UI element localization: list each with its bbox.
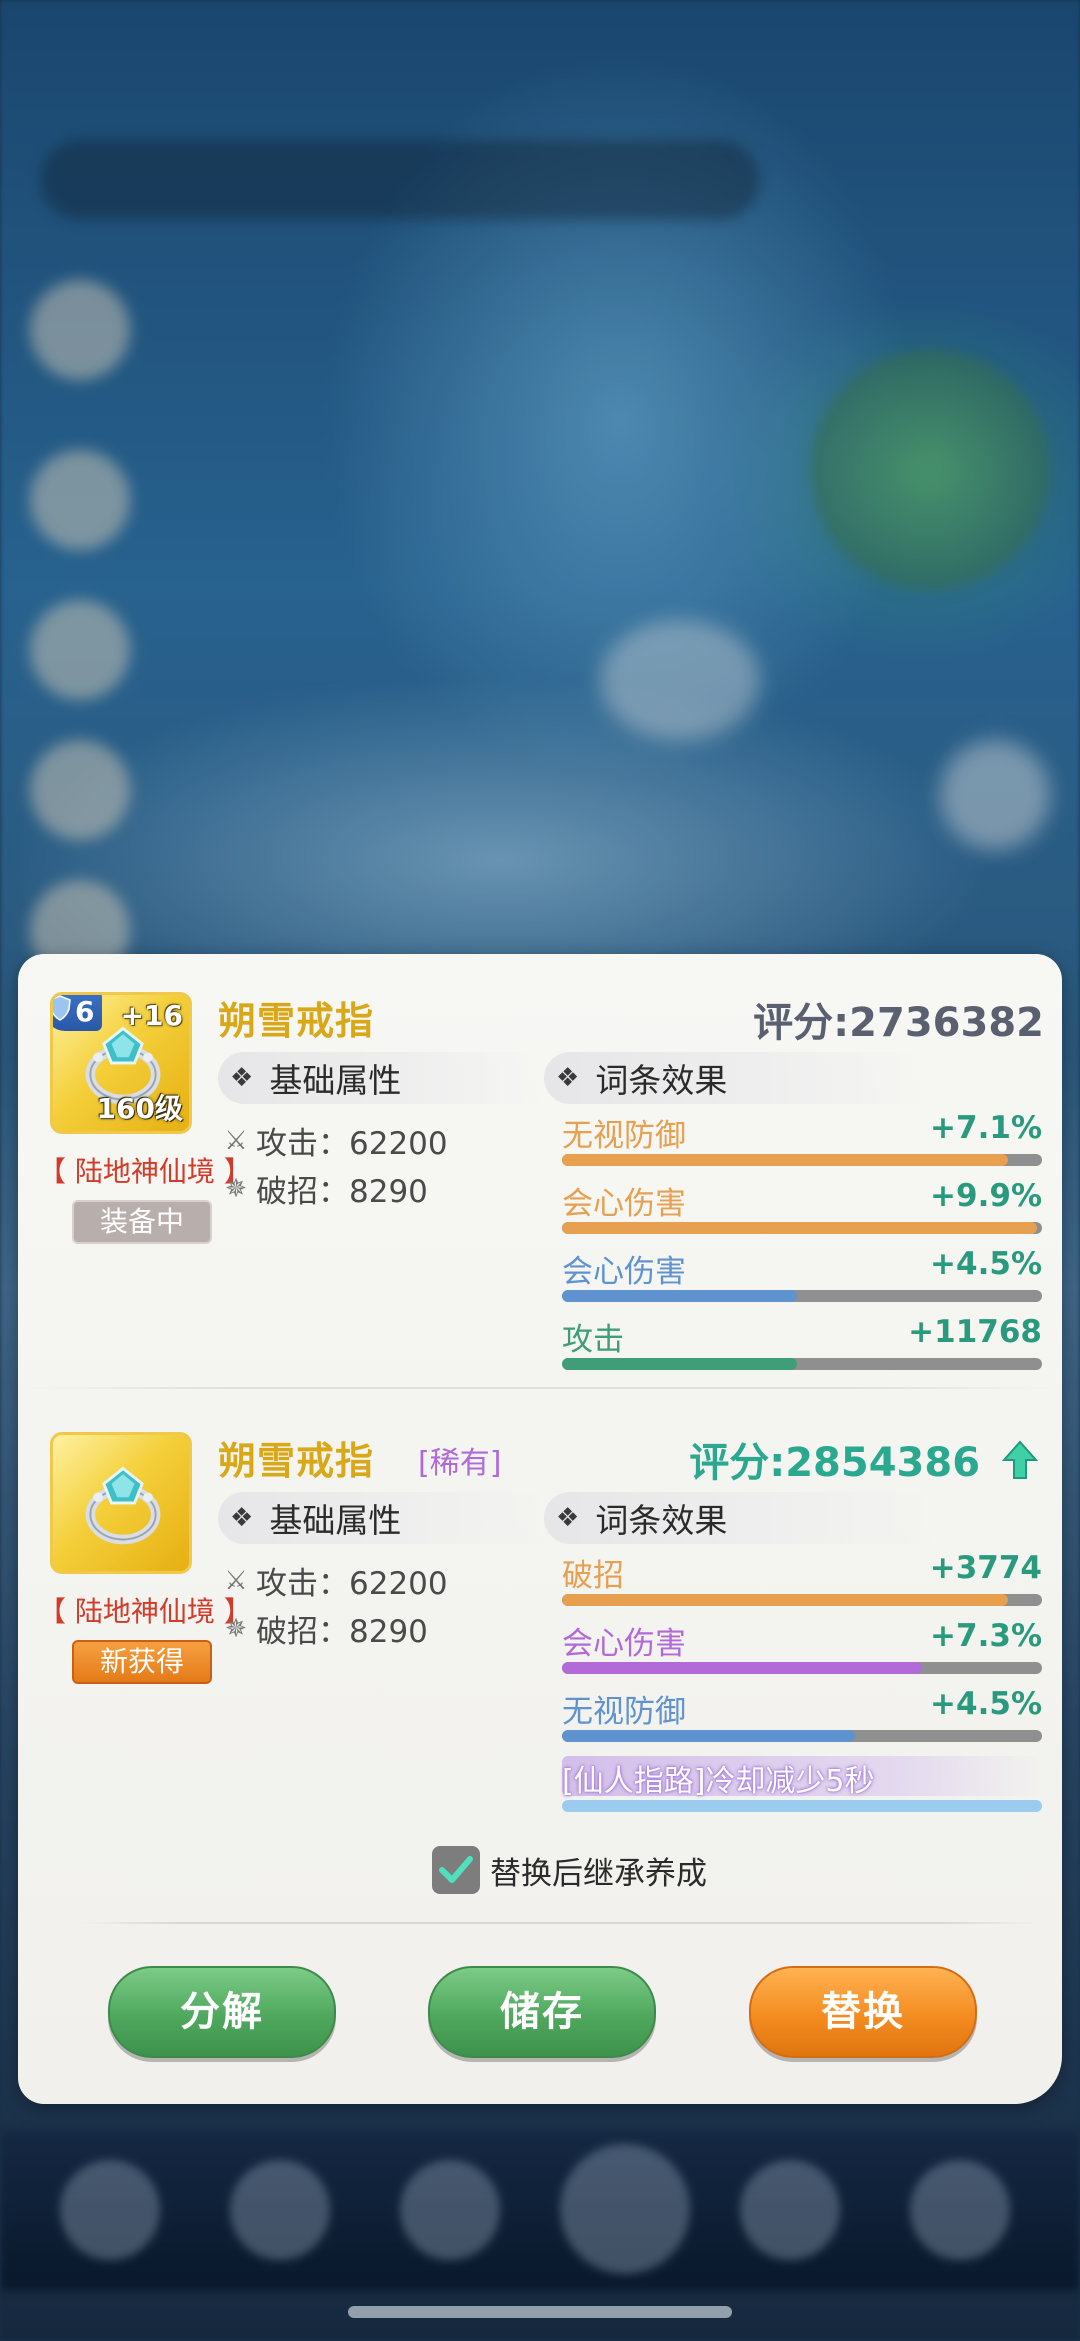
affix-value: +3774: [929, 1550, 1042, 1586]
checkmark-icon: [439, 1856, 473, 1883]
affix-label: 会心伤害: [562, 1186, 686, 1222]
affix-bar: [562, 1662, 1042, 1674]
burst-icon: ✵: [225, 1173, 247, 1204]
button-divider: [80, 1922, 1038, 1924]
affix-bar: [562, 1358, 1042, 1370]
affix-row: 会心伤害 +4.5%: [562, 1246, 1042, 1306]
affix-bar: [562, 1154, 1042, 1166]
diamond-bullet-icon: ❖: [230, 1503, 254, 1533]
tier-value: 6: [75, 994, 95, 1028]
inherit-option[interactable]: 替换后继承养成: [432, 1846, 707, 1894]
sword-icon: ⚔: [224, 1125, 248, 1156]
burst-icon: ✵: [225, 1613, 247, 1644]
affix-row: 无视防御 +7.1%: [562, 1110, 1042, 1170]
inherit-checkbox[interactable]: [432, 1846, 480, 1894]
item-level: 160级: [96, 1092, 183, 1125]
new-obtained-badge: 新获得: [72, 1640, 212, 1684]
base-stat-attack: ⚔ 攻击：62200: [222, 1558, 447, 1603]
score-up-arrow-icon: [1001, 1440, 1039, 1490]
diamond-bullet-icon: ❖: [230, 1063, 254, 1093]
base-attributes-header: ❖ 基础属性: [218, 1052, 550, 1104]
affix-value: +11768: [908, 1314, 1042, 1350]
affix-value: +7.3%: [930, 1618, 1042, 1654]
replace-button[interactable]: 替换: [749, 1966, 977, 2058]
special-effect-text: [仙人指路]冷却减少5秒: [562, 1764, 875, 1799]
realm-label: 【 陆地神仙境 】: [38, 1595, 252, 1628]
affix-row: 破招 +3774: [562, 1550, 1042, 1610]
item-score: 评分:2736382: [753, 1000, 1044, 1046]
new-item-icon[interactable]: [50, 1432, 192, 1574]
current-item-section: 6 +16 160级 【 陆地神仙境 】 装备中 朔雪戒指 评分:2736382…: [18, 954, 1062, 1384]
decompose-button[interactable]: 分解: [108, 1966, 336, 2058]
affix-label: 无视防御: [562, 1118, 686, 1154]
affix-value: +4.5%: [930, 1246, 1042, 1282]
affix-row: 会心伤害 +9.9%: [562, 1178, 1042, 1238]
enhance-level: +16: [120, 999, 183, 1032]
affix-label: 攻击: [562, 1322, 624, 1358]
affix-label: 破招: [562, 1558, 624, 1594]
special-effect-row: [仙人指路]冷却减少5秒: [562, 1756, 1042, 1816]
base-stat-break: ✵ 破招：8290: [222, 1166, 428, 1211]
affix-bar: [562, 1222, 1042, 1234]
home-indicator[interactable]: [348, 2306, 732, 2318]
affix-row: 攻击 +11768: [562, 1314, 1042, 1374]
item-name: 朔雪戒指: [218, 999, 375, 1043]
tier-badge: 6: [53, 994, 103, 1031]
equipped-badge: 装备中: [72, 1200, 212, 1244]
affix-row: 无视防御 +4.5%: [562, 1686, 1042, 1746]
affix-label: 会心伤害: [562, 1626, 686, 1662]
sword-icon: ⚔: [224, 1565, 248, 1596]
base-stat-break: ✵ 破招：8290: [222, 1606, 428, 1651]
equipment-compare-panel: 6 +16 160级 【 陆地神仙境 】 装备中 朔雪戒指 评分:2736382…: [18, 954, 1062, 2104]
realm-label: 【 陆地神仙境 】: [38, 1155, 252, 1188]
diamond-bullet-icon: ❖: [556, 1063, 580, 1093]
section-divider: [18, 1387, 1062, 1389]
affix-effects-header: ❖ 词条效果: [544, 1052, 936, 1104]
affix-row: 会心伤害 +7.3%: [562, 1618, 1042, 1678]
shield-icon: [53, 995, 71, 1028]
affix-label: 无视防御: [562, 1694, 686, 1730]
rarity-label: [稀有]: [418, 1446, 502, 1481]
ring-icon: [85, 1466, 161, 1545]
store-button[interactable]: 储存: [428, 1966, 656, 2058]
affix-value: +9.9%: [930, 1178, 1042, 1214]
affix-effects-header: ❖ 词条效果: [544, 1492, 936, 1544]
affix-bar: [562, 1290, 1042, 1302]
affix-bar: [562, 1594, 1042, 1606]
item-score: 评分:2854386: [689, 1430, 1039, 1490]
special-effect-bar: [562, 1800, 1042, 1812]
item-name: 朔雪戒指: [218, 1439, 375, 1483]
affix-value: +7.1%: [930, 1110, 1042, 1146]
inherit-label: 替换后继承养成: [490, 1855, 707, 1892]
affix-label: 会心伤害: [562, 1254, 686, 1290]
affix-bar: [562, 1730, 1042, 1742]
current-item-icon[interactable]: 6 +16 160级: [50, 992, 192, 1134]
base-attributes-header: ❖ 基础属性: [218, 1492, 550, 1544]
diamond-bullet-icon: ❖: [556, 1503, 580, 1533]
base-stat-attack: ⚔ 攻击：62200: [222, 1118, 447, 1163]
affix-value: +4.5%: [930, 1686, 1042, 1722]
